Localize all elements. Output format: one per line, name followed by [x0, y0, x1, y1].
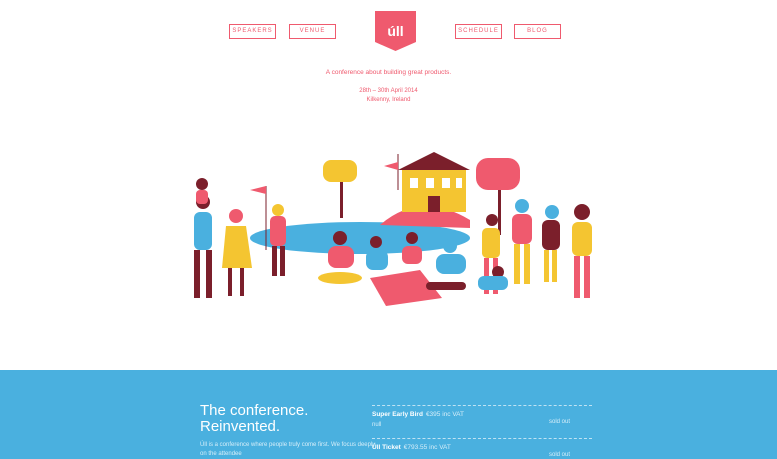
ticket-price: €395 inc VAT — [425, 411, 464, 418]
ticket-divider — [372, 405, 592, 406]
logo[interactable]: úll — [375, 11, 416, 51]
top-navigation: SPEAKERS VENUE úll SCHEDULE BLOG — [0, 11, 777, 53]
tagline: A conference about building great produc… — [325, 69, 452, 76]
hero-illustration — [180, 150, 620, 310]
logo-text: úll — [387, 23, 404, 39]
ticket-price: €793.55 inc VAT — [403, 444, 451, 451]
section-description: Úll is a conference where people truly c… — [200, 442, 376, 457]
ticket-name: Super Early Bird €395 inc VAT — [372, 411, 464, 418]
ticket-status: sold out — [549, 452, 571, 458]
ticket-status: sold out — [549, 419, 571, 425]
ticket-row[interactable]: Super Early Bird €395 inc VAT null sold o… — [372, 411, 592, 433]
ticket-subtext: null — [372, 422, 382, 428]
picnic-illustration — [194, 152, 592, 306]
ticket-divider — [372, 438, 592, 439]
ticket-name: Úll Ticket €793.55 inc VAT — [372, 444, 451, 451]
nav-blog-button[interactable]: BLOG — [514, 24, 561, 39]
ticket-name-label: Super Early Bird — [372, 411, 423, 418]
tickets-section: The conference. Reinvented. Úll is a con… — [0, 370, 777, 459]
event-location: Kilkenny, Ireland — [366, 97, 411, 103]
event-dates: 28th – 30th April 2014 — [359, 88, 418, 94]
nav-speakers-button[interactable]: SPEAKERS — [229, 24, 276, 39]
section-title-line-2: Reinvented. — [200, 418, 281, 435]
section-title-line-1: The conference. — [200, 402, 309, 419]
ticket-row[interactable]: Úll Ticket €793.55 inc VAT sold out — [372, 444, 592, 459]
nav-venue-button[interactable]: VENUE — [289, 24, 336, 39]
section-title: The conference. Reinvented. — [200, 403, 308, 435]
event-info: 28th – 30th April 2014 Kilkenny, Ireland — [0, 87, 777, 105]
nav-schedule-button[interactable]: SCHEDULE — [455, 24, 502, 39]
ticket-name-label: Úll Ticket — [372, 444, 401, 451]
